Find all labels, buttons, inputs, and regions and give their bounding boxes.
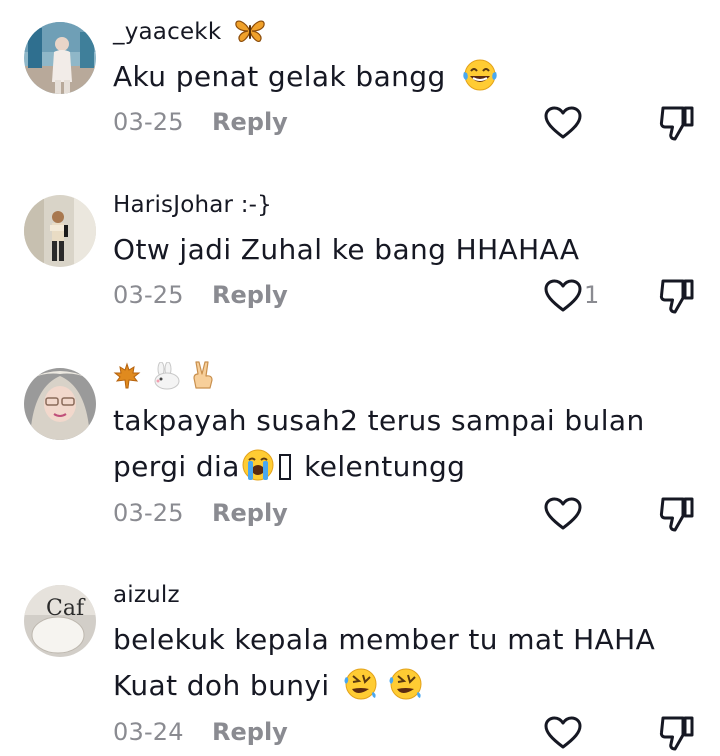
- like-button[interactable]: [543, 106, 583, 140]
- user-avatar[interactable]: [24, 195, 96, 267]
- unsupported-glyph: [278, 454, 291, 480]
- dislike-button[interactable]: [659, 104, 695, 142]
- comment-text: belekuk kepala member tu mat HAHA Kuat d…: [113, 617, 655, 709]
- comment-line: takpayah susah2 terus sampai bulan: [113, 404, 645, 437]
- rolling-laughing-emoji: [388, 667, 424, 701]
- comment-date: 03-25: [113, 108, 184, 136]
- comment-text: Aku penat gelak bangg: [113, 54, 499, 100]
- username[interactable]: aizulz: [113, 582, 180, 608]
- thumbs-down-icon: [659, 497, 694, 532]
- reply-button[interactable]: Reply: [212, 718, 288, 746]
- thumbs-down-icon: [659, 716, 694, 751]
- like-button[interactable]: [543, 497, 583, 531]
- dislike-button[interactable]: [659, 277, 695, 315]
- comment-text: Otw jadi Zuhal ke bang HHAHAA: [113, 227, 579, 273]
- laughing-tears-emoji: [461, 58, 499, 92]
- comment-date: 03-24: [113, 718, 184, 746]
- like-button[interactable]: [543, 716, 583, 750]
- reply-button[interactable]: Reply: [212, 108, 288, 136]
- comment-line: Kuat doh bunyi: [113, 669, 330, 702]
- loudly-crying-emoji: [240, 448, 276, 482]
- heart-icon: [544, 279, 582, 312]
- maple-leaf-icon: [113, 362, 141, 390]
- comment-line: pergi dia: [113, 450, 240, 483]
- comment-line: belekuk kepala member tu mat HAHA: [113, 623, 656, 656]
- heart-icon: [544, 106, 582, 139]
- dislike-button[interactable]: [659, 495, 695, 533]
- user-avatar[interactable]: [24, 22, 96, 94]
- reply-button[interactable]: Reply: [212, 281, 288, 309]
- comment-date: 03-25: [113, 281, 184, 309]
- comment-line: kelentungg: [304, 450, 466, 483]
- comment-date: 03-25: [113, 499, 184, 527]
- user-avatar[interactable]: [24, 368, 96, 440]
- rabbit-icon: [151, 362, 181, 390]
- like-count: 1: [584, 281, 600, 309]
- rolling-laughing-emoji: [343, 667, 379, 701]
- comment-line: Otw jadi Zuhal ke bang HHAHAA: [113, 233, 580, 266]
- username[interactable]: [113, 360, 216, 392]
- like-button[interactable]: [543, 279, 583, 313]
- heart-icon: [544, 497, 582, 530]
- dislike-button[interactable]: [659, 714, 695, 752]
- butterfly-icon: [235, 19, 265, 43]
- reply-button[interactable]: Reply: [212, 499, 288, 527]
- comment-line-wrap: pergi dia kelentungg: [113, 444, 645, 490]
- victory-hand-icon: [190, 360, 216, 390]
- heart-icon: [544, 716, 582, 749]
- user-avatar[interactable]: Caf: [24, 585, 96, 657]
- comment-line: Aku penat gelak bangg: [113, 60, 446, 93]
- comment-line-wrap: Kuat doh bunyi: [113, 663, 655, 709]
- username[interactable]: HarisJohar :-}: [113, 192, 272, 218]
- avatar-text: Caf: [46, 596, 86, 621]
- thumbs-down-icon: [659, 106, 694, 141]
- username-text: _yaacekk: [113, 19, 222, 45]
- username[interactable]: _yaacekk: [113, 19, 265, 45]
- thumbs-down-icon: [659, 279, 694, 314]
- comment-text: takpayah susah2 terus sampai bulan pergi…: [113, 398, 645, 490]
